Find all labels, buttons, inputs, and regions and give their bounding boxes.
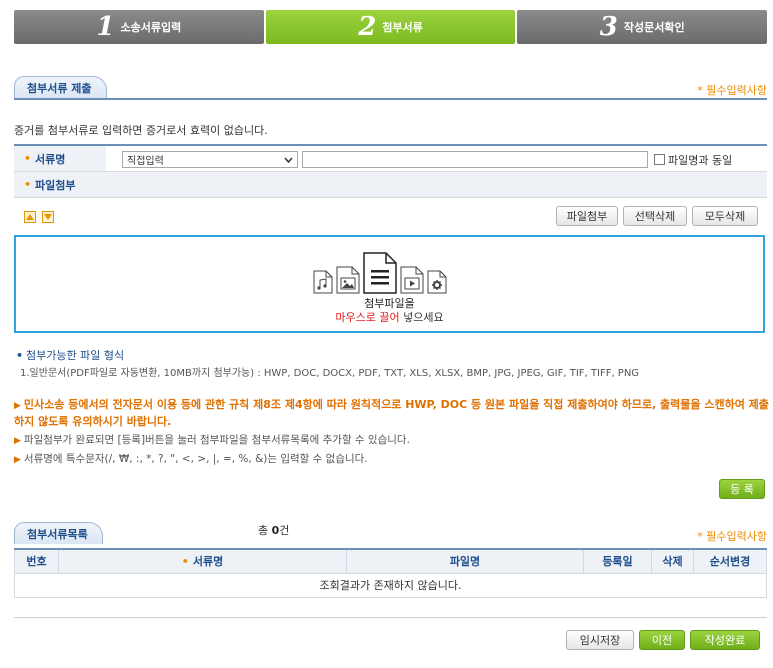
step-2: 2 첨부서류 [265,10,516,44]
doc-type-value: 직접입력 [127,156,164,167]
required-note: * 필수입력사항 [697,84,767,97]
delete-all-button[interactable]: 모두삭제 [692,206,758,226]
step-label: 작성문서확인 [623,21,685,34]
move-down-button[interactable] [42,211,54,223]
required-note-list: * 필수입력사항 [697,530,767,543]
dropzone-text-2: 마우스로 끌어 넣으세요 [335,311,444,324]
settings-file-icon [427,270,447,294]
doc-type-select[interactable]: 직접입력 [122,151,298,168]
list-count: 총 0건 [258,524,290,537]
document-file-icon [363,252,397,294]
info-note-1: ▶ 파일첨부가 완료되면 [등록]버튼을 눌러 첨부파일을 첨부서류목록에 추가할… [14,434,410,446]
info-note-2: ▶ 서류명에 특수문자(/, ₩, :, *, ?, ", <, >, |, =,… [14,453,368,465]
step-number: 3 [599,12,618,42]
empty-message: 조회결과가 존재하지 않습니다. [14,572,767,598]
doc-name-row: • 서류명 직접입력 파일명과 동일 [14,144,767,172]
move-up-button[interactable] [24,211,36,223]
image-file-icon [336,266,360,294]
section-tab-submit: 첨부서류 제출 [14,76,107,98]
step-3: 3 작성문서확인 [517,10,768,44]
video-file-icon [400,266,424,294]
step-label: 소송서류입력 [120,21,182,34]
same-as-filename-checkbox[interactable] [654,154,665,165]
attached-docs-table: 번호 • 서류명 파일명 등록일 삭제 순서변경 조회결과가 존재하지 않습니다. [14,548,767,598]
file-type-icons [313,252,478,294]
file-format-desc: 1.일반문서(PDF파일로 자동변환, 10MB까지 첨부가능) : HWP, … [20,368,640,379]
file-attach-label: • 파일첨부 [14,172,767,197]
step-number: 1 [96,12,115,42]
footer-divider [14,617,767,618]
step-number: 2 [358,12,377,42]
arrow-up-icon [26,214,34,220]
step-bar: 1 소송서류입력 2 첨부서류 3 작성문서확인 [14,10,768,44]
section-divider [14,98,767,100]
col-number: 번호 [14,548,59,574]
temp-save-button[interactable]: 임시저장 [566,630,634,650]
section-description: 증거를 첨부서류로 입력하면 증거로서 효력이 없습니다. [14,124,268,137]
audio-file-icon [313,270,333,294]
chevron-down-icon [284,157,293,163]
delete-selected-button[interactable]: 선택삭제 [623,206,687,226]
col-doc-name: • 서류명 [58,548,347,574]
col-file-name: 파일명 [346,548,584,574]
file-attach-row: • 파일첨부 [14,172,767,198]
step-1: 1 소송서류입력 [14,10,264,44]
doc-name-label: • 서류명 [14,146,106,171]
file-dropzone[interactable]: 첨부파일을 마우스로 끌어 넣으세요 [14,235,765,333]
col-reorder: 순서변경 [693,548,767,574]
complete-button[interactable]: 작성완료 [690,630,760,650]
file-format-title: • 첨부가능한 파일 형식 [16,349,125,362]
col-reg-date: 등록일 [583,548,652,574]
same-as-filename-label: 파일명과 동일 [668,154,733,167]
prev-button[interactable]: 이전 [639,630,685,650]
doc-name-input[interactable] [302,151,648,168]
attach-file-button[interactable]: 파일첨부 [556,206,618,226]
section-tab-list: 첨부서류목록 [14,522,103,544]
register-button[interactable]: 등 록 [719,479,765,499]
arrow-down-icon [44,214,52,220]
step-label: 첨부서류 [382,21,423,34]
warning-note: ▶ 민사소송 등에서의 전자문서 이용 등에 관한 규칙 제8조 제4항에 따라 … [14,398,769,428]
col-delete: 삭제 [651,548,694,574]
table-row: 조회결과가 존재하지 않습니다. [14,572,767,598]
